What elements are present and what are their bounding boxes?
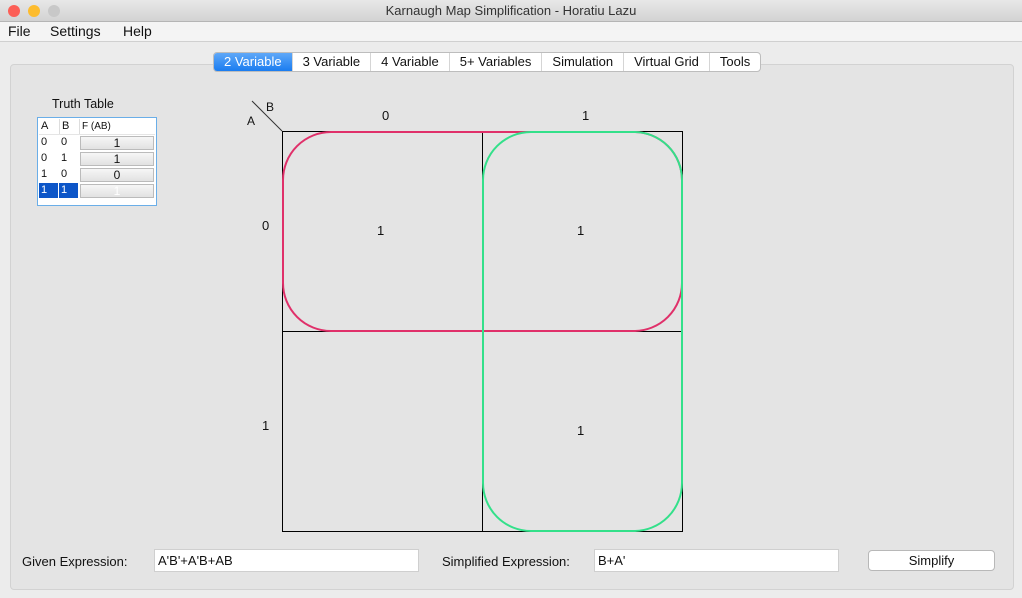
given-expression-input[interactable]: A'B'+A'B+AB [154, 549, 419, 572]
col-label: 0 [382, 108, 390, 123]
col-variable-label: B [266, 100, 275, 114]
simplify-button[interactable]: Simplify [868, 550, 995, 571]
simplified-expression-output[interactable]: B+A' [594, 549, 839, 572]
row-label: 1 [262, 418, 270, 433]
row-label: 0 [262, 218, 270, 233]
simplified-expression-label: Simplified Expression: [442, 554, 570, 569]
row-variable-label: A [247, 114, 256, 128]
col-label: 1 [582, 108, 590, 123]
kmap-cell[interactable]: 1 [377, 223, 384, 238]
given-expression-label: Given Expression: [22, 554, 128, 569]
kmap-cell[interactable]: 1 [577, 423, 584, 438]
kmap-cell[interactable]: 1 [577, 223, 584, 238]
karnaugh-map [251, 100, 683, 532]
